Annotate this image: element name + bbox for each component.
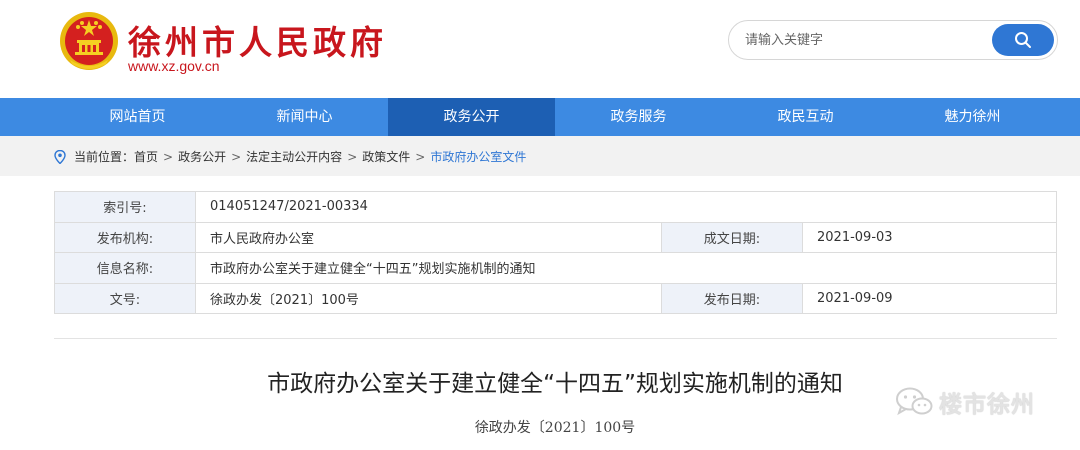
breadcrumb-item-statutory[interactable]: 法定主动公开内容	[246, 148, 342, 165]
nav-item-gov-affairs[interactable]: 政务公开	[388, 98, 555, 136]
nav-item-home[interactable]: 网站首页	[54, 98, 221, 136]
created-date-value: 2021-09-03	[802, 221, 1057, 253]
document-info-table: 索引号: 014051247/2021-00334 发布机构: 市人民政府办公室…	[54, 191, 1057, 314]
table-row: 信息名称: 市政府办公室关于建立健全“十四五”规划实施机制的通知	[54, 252, 1057, 284]
search-input[interactable]	[745, 30, 975, 50]
nav-item-news[interactable]: 新闻中心	[221, 98, 388, 136]
publisher-label: 发布机构:	[54, 221, 196, 253]
published-date-value: 2021-09-09	[802, 282, 1057, 314]
info-name-label: 信息名称:	[54, 252, 196, 284]
breadcrumb-item-current[interactable]: 市政府办公室文件	[430, 148, 526, 165]
breadcrumb-item-policy-docs[interactable]: 政策文件	[362, 148, 410, 165]
table-row: 发布机构: 市人民政府办公室 成文日期: 2021-09-03	[54, 221, 1057, 253]
index-label: 索引号:	[54, 191, 196, 223]
wechat-icon	[896, 387, 933, 416]
breadcrumb-separator: >	[231, 149, 242, 164]
breadcrumb-prefix: 当前位置：	[74, 150, 135, 164]
index-value: 014051247/2021-00334	[195, 191, 1057, 223]
breadcrumb: 当前位置： 首页 > 政务公开 > 法定主动公开内容 > 政策文件 > 市政府办…	[54, 148, 526, 165]
nav-item-interaction[interactable]: 政民互动	[722, 98, 889, 136]
site-url[interactable]: www.xz.gov.cn	[128, 58, 220, 74]
breadcrumb-bar: 当前位置： 首页 > 政务公开 > 法定主动公开内容 > 政策文件 > 市政府办…	[0, 136, 1080, 176]
table-row: 索引号: 014051247/2021-00334	[54, 191, 1057, 223]
site-title[interactable]: 徐州市人民政府	[128, 16, 387, 64]
published-date-label: 发布日期:	[661, 282, 803, 314]
doc-number-value: 徐政办发〔2021〕100号	[195, 282, 662, 314]
breadcrumb-separator: >	[415, 149, 426, 164]
watermark-text: 楼市徐州	[939, 392, 1035, 418]
nav-item-gov-services[interactable]: 政务服务	[555, 98, 722, 136]
nav-item-charm-xuzhou[interactable]: 魅力徐州	[889, 98, 1056, 136]
breadcrumb-item-home[interactable]: 首页	[134, 148, 158, 165]
main-nav: 网站首页 新闻中心 政务公开 政务服务 政民互动 魅力徐州	[0, 98, 1080, 136]
site-header: 徐州市人民政府 www.xz.gov.cn	[0, 0, 1080, 98]
breadcrumb-separator: >	[347, 149, 358, 164]
search-box	[728, 20, 1058, 60]
watermark: 楼市徐州	[895, 385, 1035, 419]
doc-number-label: 文号:	[54, 282, 196, 314]
location-pin-icon	[54, 149, 66, 164]
breadcrumb-separator: >	[163, 149, 174, 164]
breadcrumb-item-gov-affairs[interactable]: 政务公开	[178, 148, 226, 165]
national-emblem-icon[interactable]	[58, 10, 120, 72]
publisher-value: 市人民政府办公室	[195, 221, 662, 253]
info-name-value: 市政府办公室关于建立健全“十四五”规划实施机制的通知	[195, 252, 1057, 284]
article-doc-number: 徐政办发〔2021〕100号	[474, 420, 636, 436]
table-row: 文号: 徐政办发〔2021〕100号 发布日期: 2021-09-09	[54, 282, 1057, 314]
created-date-label: 成文日期:	[661, 221, 803, 253]
divider	[54, 338, 1057, 339]
search-button[interactable]	[992, 24, 1054, 56]
search-icon	[1015, 32, 1031, 48]
